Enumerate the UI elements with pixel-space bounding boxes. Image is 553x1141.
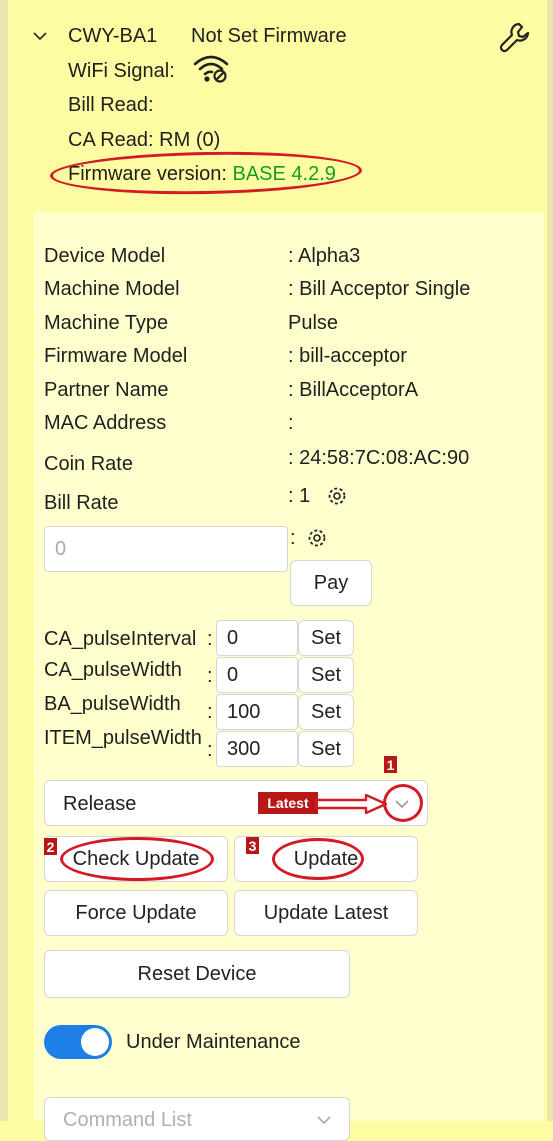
detail-value: : 24:58:7C:08:AC:90 — [288, 447, 470, 469]
gear-icon[interactable] — [326, 485, 348, 507]
left-edge — [0, 0, 8, 1121]
toggle-knob — [81, 1028, 109, 1056]
right-edge — [547, 0, 553, 1121]
wifi-label: WiFi Signal: — [68, 60, 175, 82]
detail-label: MAC Address — [44, 412, 167, 434]
chevron-down-icon[interactable] — [30, 26, 50, 46]
pay-colon: : — [290, 527, 296, 549]
force-update-button[interactable]: Force Update — [44, 890, 228, 936]
detail-label: Bill Rate — [44, 492, 119, 514]
pulse-colon: : — [207, 739, 213, 761]
annotation-oval-update — [272, 838, 364, 880]
annotation-marker: 1 — [384, 756, 397, 773]
annotation-oval-dropdown — [383, 784, 423, 822]
ca-read: CA Read: RM (0) — [68, 129, 221, 151]
maintenance-toggle[interactable] — [44, 1025, 112, 1059]
set-button[interactable]: Set — [298, 731, 354, 767]
annotation-arrow-icon — [314, 793, 388, 815]
pulse-input[interactable]: 300 — [216, 731, 298, 767]
pulse-colon: : — [207, 628, 213, 650]
pulse-label: CA_pulseInterval — [44, 628, 197, 650]
pulse-input[interactable]: 0 — [216, 657, 298, 693]
detail-value: : Alpha3 — [288, 245, 361, 267]
annotation-oval-firmware — [49, 149, 363, 197]
wrench-icon[interactable] — [498, 20, 532, 54]
detail-value: : Bill Acceptor Single — [288, 278, 471, 300]
detail-value: : — [288, 412, 294, 434]
pulse-colon: : — [207, 701, 213, 723]
update-latest-button[interactable]: Update Latest — [234, 890, 418, 936]
pay-button[interactable]: Pay — [290, 560, 372, 606]
bill-read: Bill Read: — [68, 94, 154, 116]
pulse-input[interactable]: 0 — [216, 620, 298, 656]
set-button[interactable]: Set — [298, 620, 354, 656]
firmware-status: Not Set Firmware — [191, 25, 347, 47]
detail-label: Device Model — [44, 245, 166, 267]
annotation-latest-label: Latest — [258, 792, 318, 814]
pulse-label: CA_pulseWidth — [44, 659, 182, 681]
wifi-off-icon — [192, 52, 230, 84]
detail-value: : BillAcceptorA — [288, 379, 419, 401]
pay-amount-input[interactable]: 0 — [44, 526, 288, 572]
chevron-down-icon — [313, 1109, 335, 1131]
gear-icon[interactable] — [306, 527, 328, 549]
set-button[interactable]: Set — [298, 694, 354, 730]
device-name: CWY-BA1 — [68, 25, 158, 47]
annotation-marker: 3 — [246, 837, 259, 854]
detail-value: Pulse — [288, 312, 339, 334]
detail-label: Partner Name — [44, 379, 169, 401]
pulse-label: ITEM_pulseWidth — [44, 727, 202, 749]
detail-label: Machine Type — [44, 312, 169, 334]
release-select-value: Release — [63, 793, 137, 815]
pulse-colon: : — [207, 665, 213, 687]
detail-label: Firmware Model — [44, 345, 188, 367]
command-list-select[interactable]: Command List — [44, 1097, 350, 1141]
reset-device-button[interactable]: Reset Device — [44, 950, 350, 998]
command-list-placeholder: Command List — [63, 1109, 192, 1131]
pulse-label: BA_pulseWidth — [44, 693, 181, 715]
maintenance-label: Under Maintenance — [126, 1031, 301, 1053]
annotation-oval-check-update — [60, 837, 214, 881]
detail-value: : bill-acceptor — [288, 345, 407, 367]
pulse-input[interactable]: 100 — [216, 694, 298, 730]
set-button[interactable]: Set — [298, 657, 354, 693]
detail-label: Machine Model — [44, 278, 180, 300]
annotation-marker: 2 — [44, 838, 57, 855]
detail-label: Coin Rate — [44, 453, 133, 475]
detail-value: : 1 — [288, 485, 311, 507]
